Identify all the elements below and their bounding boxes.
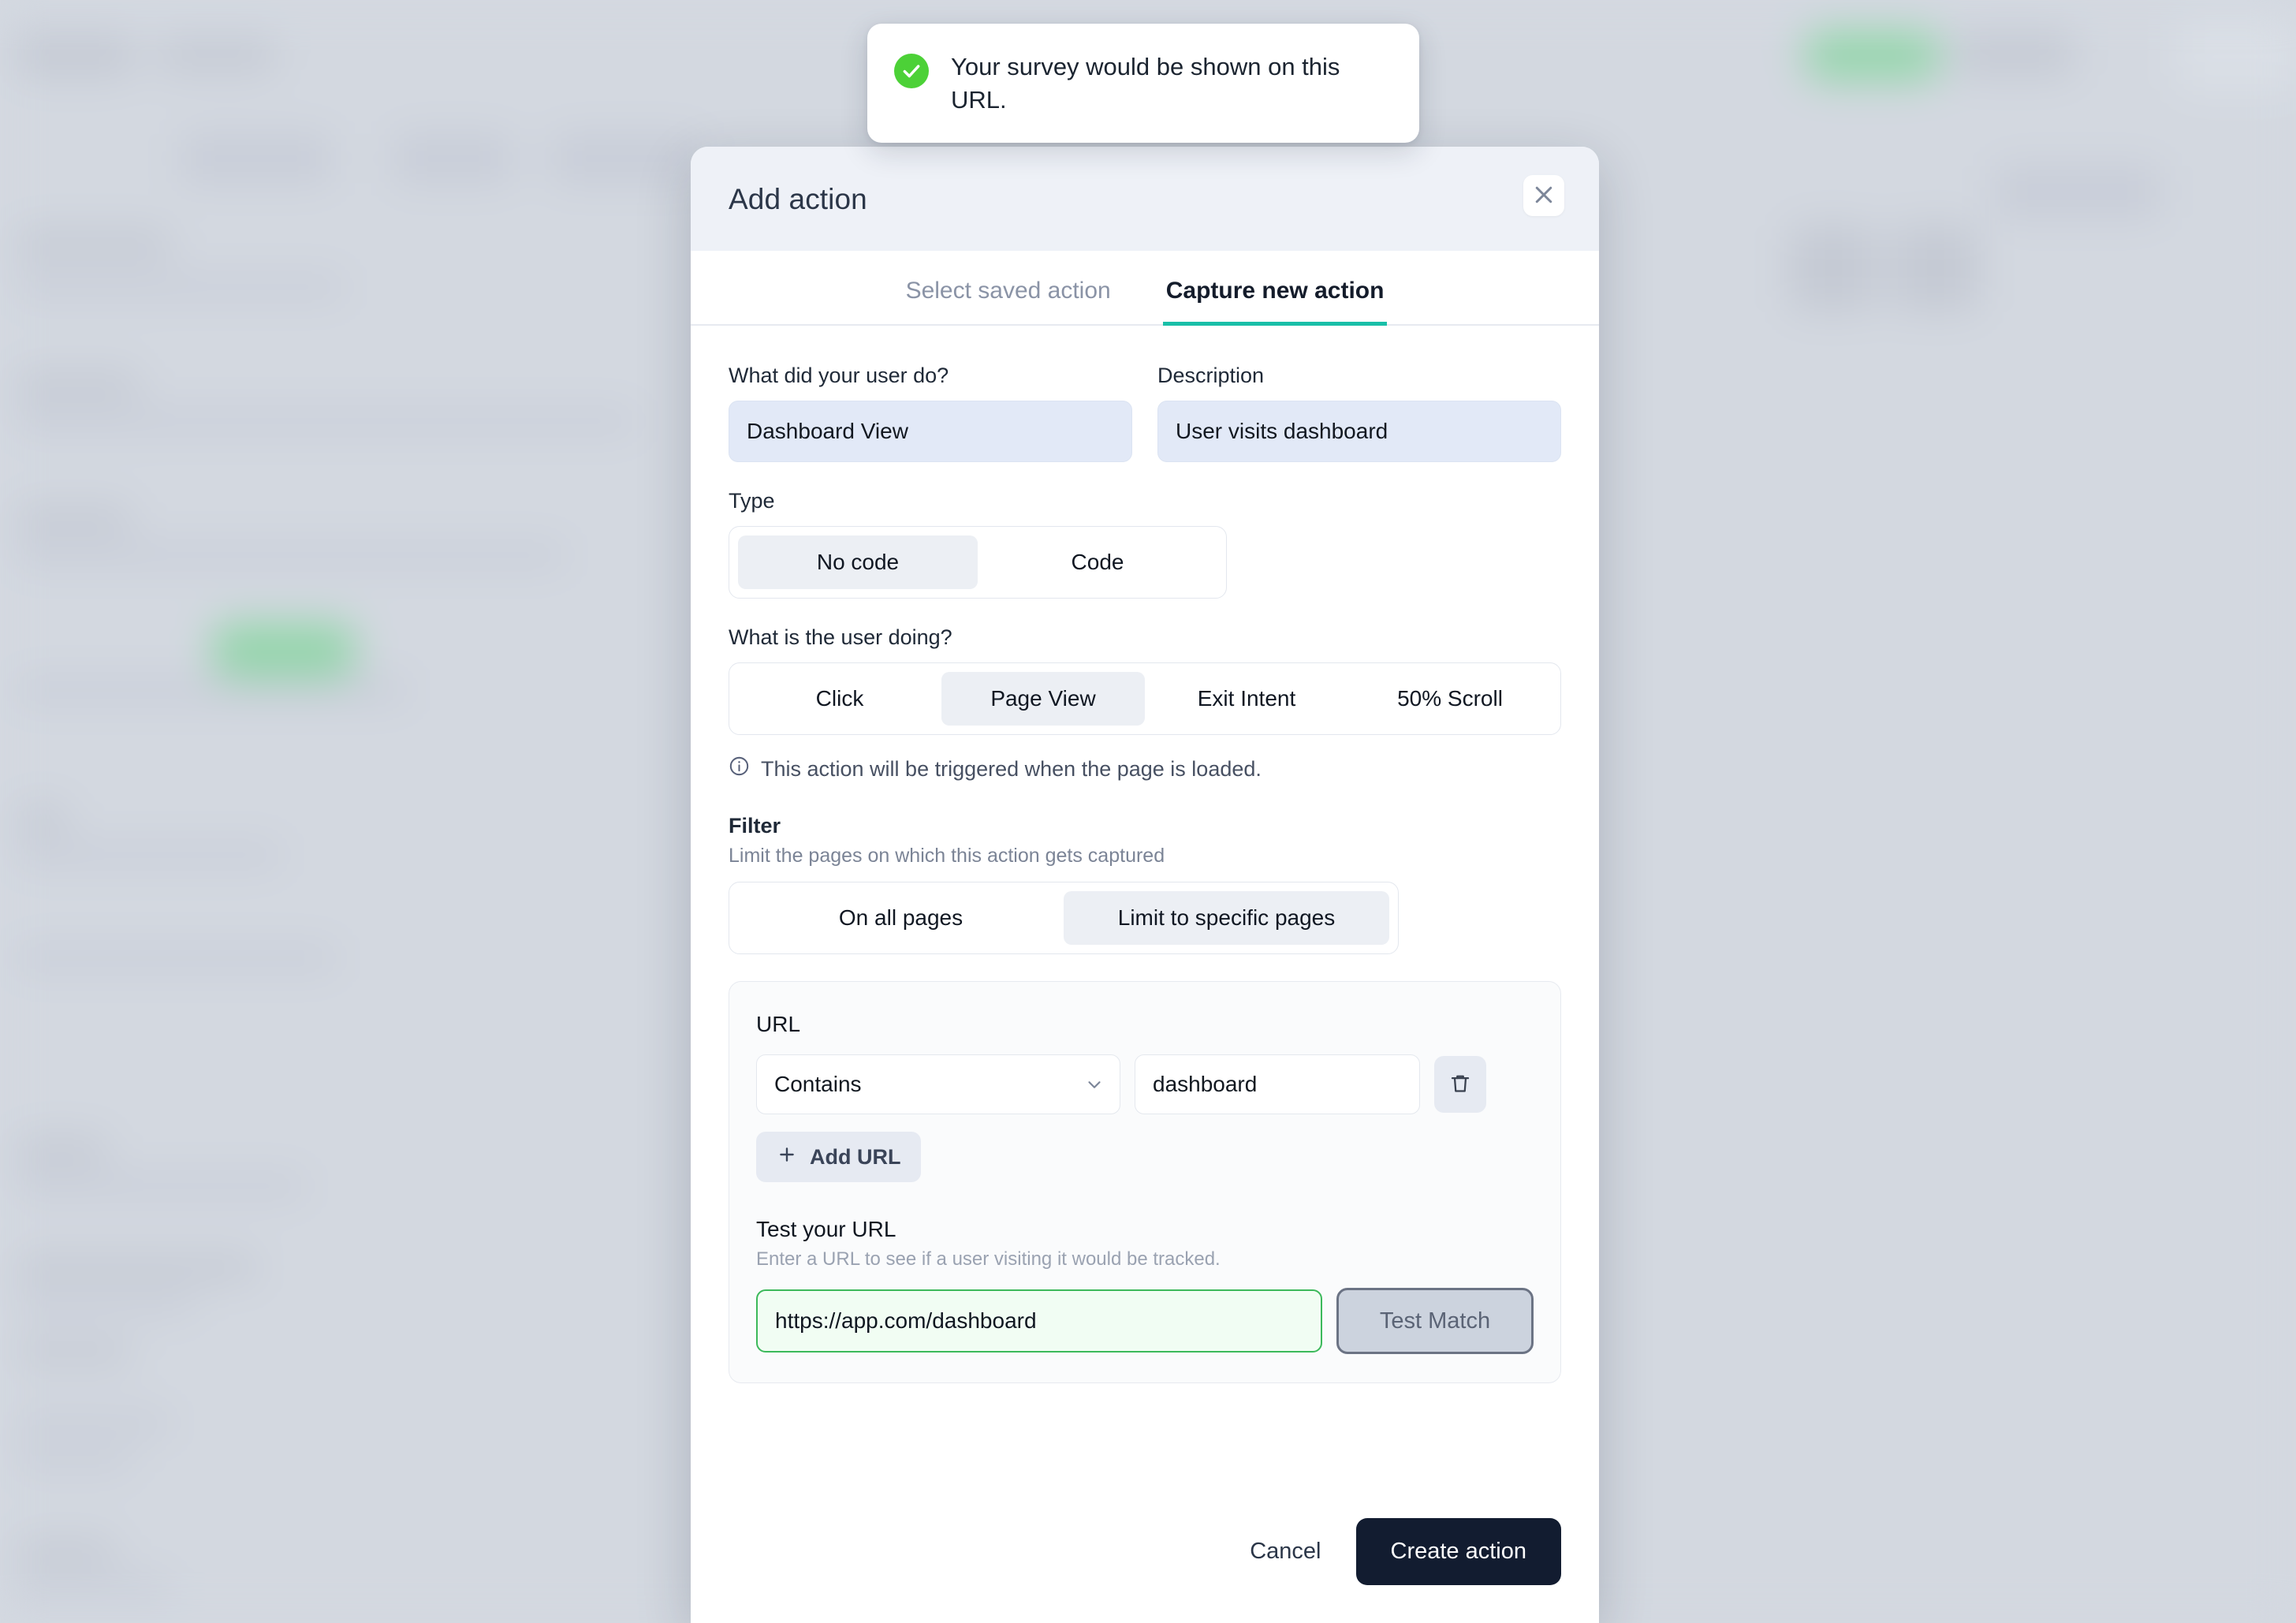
delete-url-button[interactable] (1434, 1056, 1486, 1113)
doing-option-50-scroll[interactable]: 50% Scroll (1348, 672, 1552, 726)
test-match-button[interactable]: Test Match (1336, 1288, 1534, 1354)
filter-group: Filter Limit the pages on which this act… (729, 814, 1561, 954)
modal-tabs: Select saved action Capture new action (691, 251, 1599, 326)
filter-segmented-control: On all pages Limit to specific pages (729, 882, 1399, 954)
description-field-group: Description (1157, 364, 1561, 462)
modal-header: Add action (691, 147, 1599, 251)
url-filter-card: URL Contains dashboard Add URL Test your… (729, 981, 1561, 1383)
url-match-type-select-wrapper: Contains (756, 1054, 1120, 1114)
info-icon (729, 756, 750, 782)
create-action-button[interactable]: Create action (1355, 1518, 1561, 1585)
test-url-input[interactable] (756, 1289, 1322, 1352)
test-url-row: Test Match (756, 1288, 1534, 1354)
type-option-code[interactable]: Code (978, 535, 1217, 589)
type-group: Type No code Code (729, 489, 1561, 599)
add-url-button[interactable]: Add URL (756, 1132, 922, 1182)
doing-option-exit-intent[interactable]: Exit Intent (1145, 672, 1348, 726)
url-match-type-select[interactable]: Contains (756, 1054, 1120, 1114)
url-card-title: URL (756, 1012, 801, 1036)
close-icon (1532, 183, 1556, 209)
action-name-input[interactable] (729, 401, 1132, 462)
trigger-hint: This action will be triggered when the p… (729, 756, 1561, 782)
toast-notification: Your survey would be shown on this URL. (867, 24, 1419, 144)
description-input[interactable] (1157, 401, 1561, 462)
doing-option-page-view[interactable]: Page View (941, 672, 1145, 726)
trash-icon (1448, 1072, 1472, 1098)
check-circle-icon (894, 54, 929, 88)
name-description-row: What did your user do? Description (729, 364, 1561, 462)
test-url-title: Test your URL (756, 1217, 896, 1241)
url-value-input[interactable] (1135, 1054, 1420, 1114)
filter-label: Filter (729, 814, 781, 838)
action-name-field-group: What did your user do? (729, 364, 1132, 462)
add-url-label: Add URL (810, 1144, 901, 1169)
page-title: Add action (729, 183, 867, 215)
user-doing-label: What is the user doing? (729, 625, 952, 649)
plus-icon (777, 1144, 797, 1170)
type-option-no-code[interactable]: No code (738, 535, 978, 589)
modal-body: What did your user do? Description Type … (691, 326, 1599, 1487)
description-label: Description (1157, 364, 1265, 387)
type-label: Type (729, 489, 775, 513)
filter-option-on-all-pages[interactable]: On all pages (738, 891, 1064, 945)
doing-option-click[interactable]: Click (738, 672, 941, 726)
toast-message: Your survey would be shown on this URL. (951, 53, 1340, 114)
tab-select-saved-action[interactable]: Select saved action (903, 278, 1114, 326)
modal-footer: Cancel Create action (691, 1487, 1599, 1623)
test-url-group: Test your URL Enter a URL to see if a us… (756, 1217, 1534, 1354)
trigger-hint-text: This action will be triggered when the p… (761, 756, 1262, 781)
user-doing-segmented-control: Click Page View Exit Intent 50% Scroll (729, 662, 1561, 735)
tab-capture-new-action[interactable]: Capture new action (1162, 278, 1388, 326)
cancel-button[interactable]: Cancel (1250, 1539, 1321, 1565)
filter-sublabel: Limit the pages on which this action get… (729, 845, 1165, 867)
url-rule-row: Contains (756, 1054, 1534, 1114)
type-segmented-control: No code Code (729, 526, 1227, 599)
add-action-modal: Add action Select saved action Capture n… (691, 147, 1599, 1623)
user-doing-group: What is the user doing? Click Page View … (729, 625, 1561, 782)
close-button[interactable] (1523, 175, 1564, 216)
filter-option-limit-specific-pages[interactable]: Limit to specific pages (1064, 891, 1389, 945)
test-url-sublabel: Enter a URL to see if a user visiting it… (756, 1248, 1221, 1270)
action-name-label: What did your user do? (729, 364, 949, 387)
